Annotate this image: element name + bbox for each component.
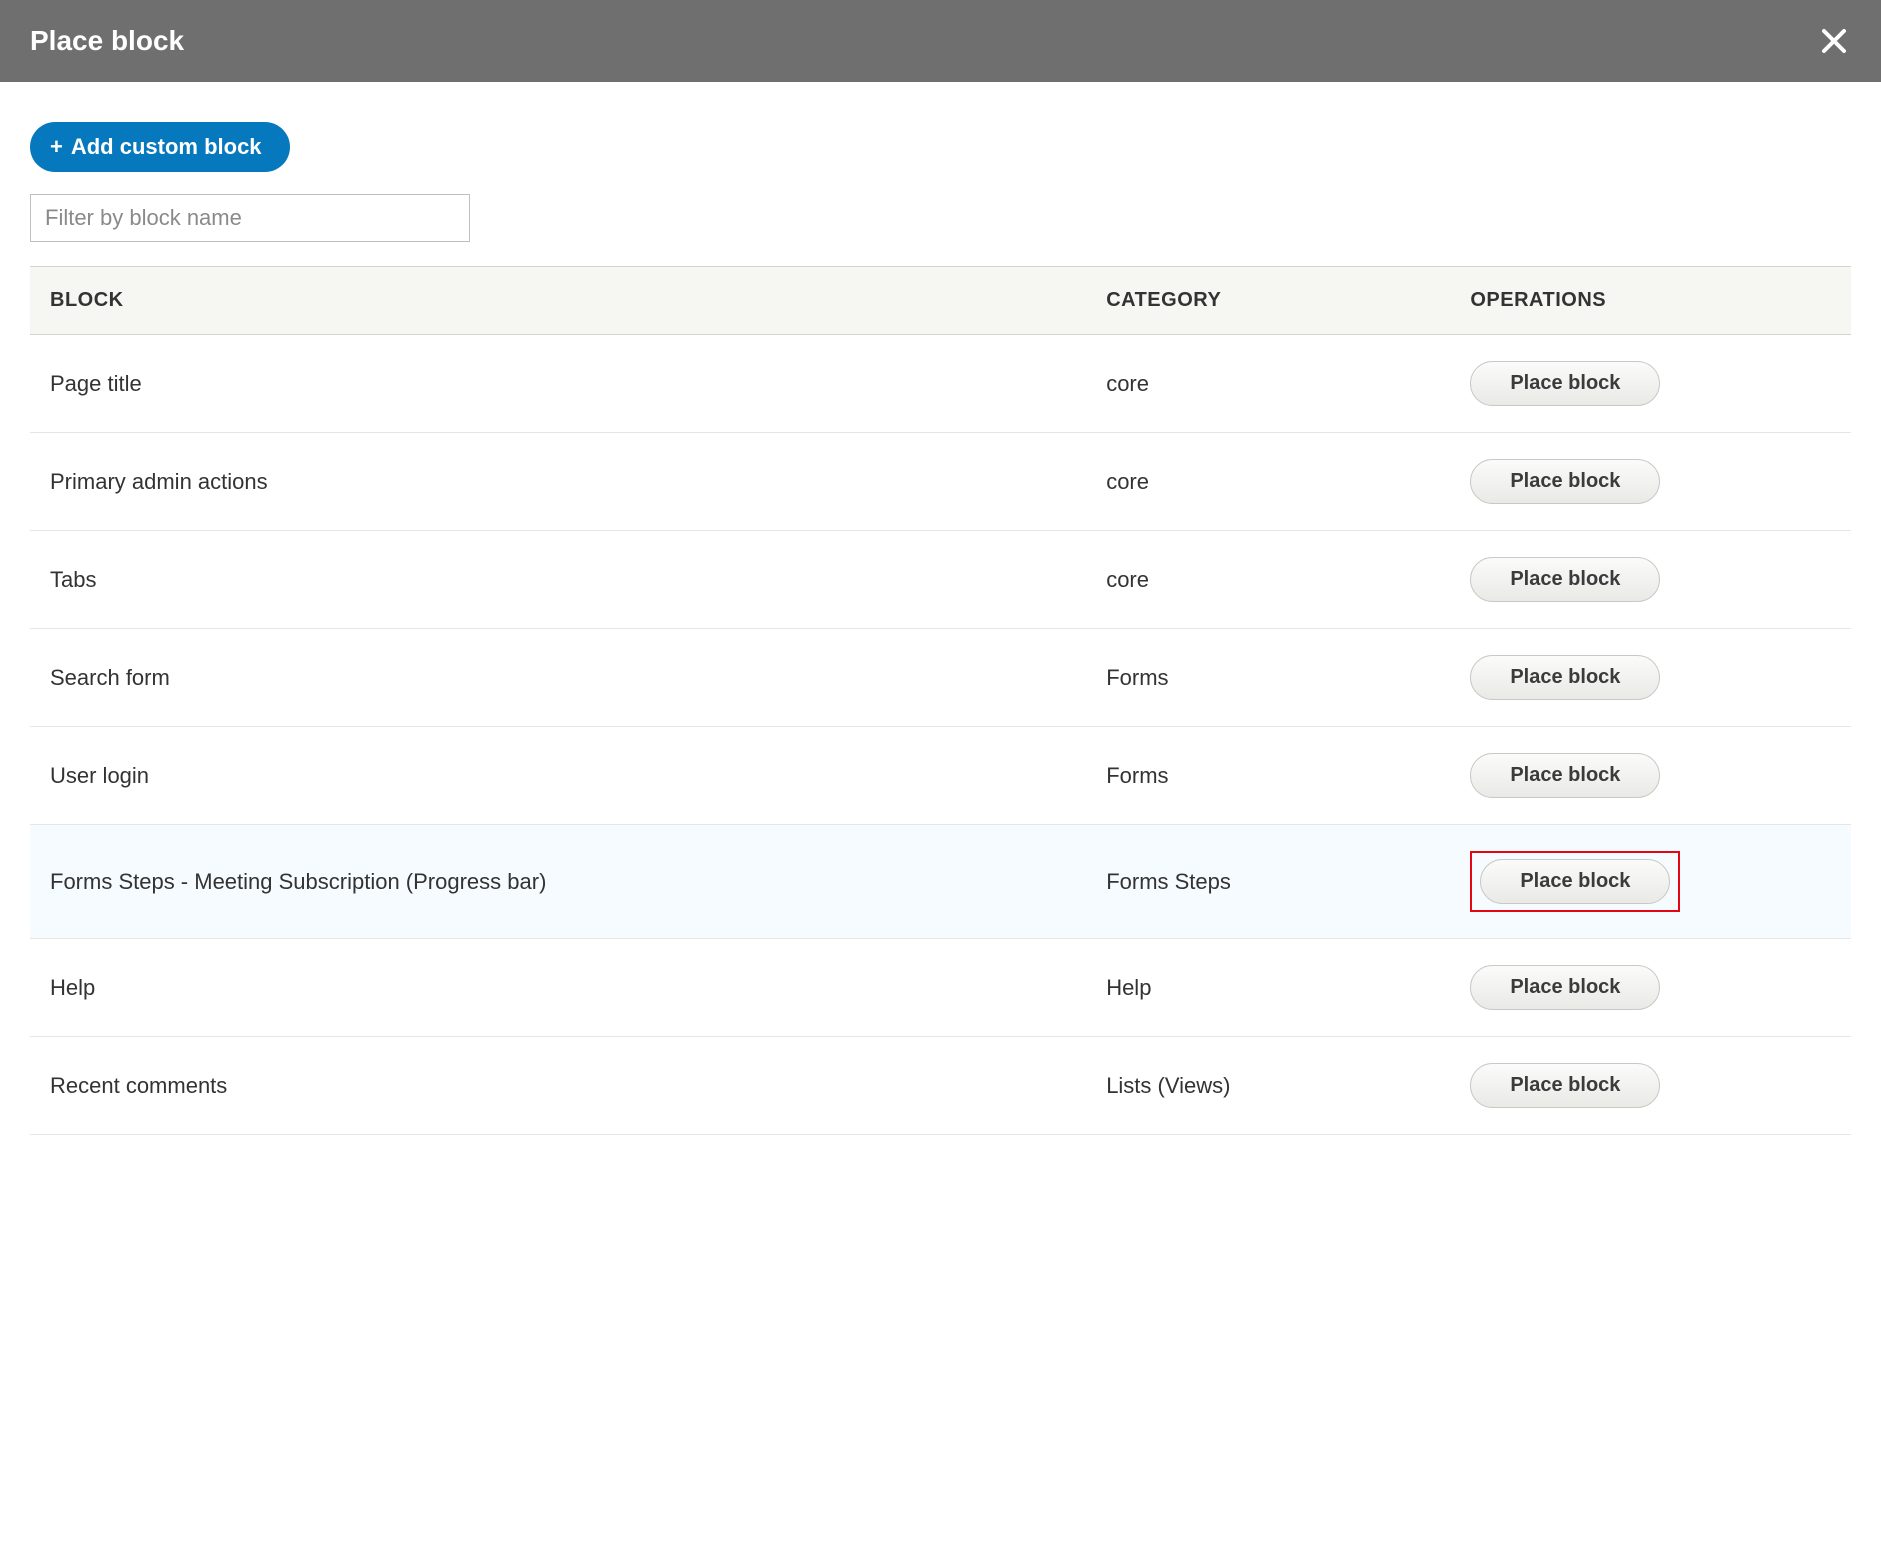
table-row: Forms Steps - Meeting Subscription (Prog… <box>30 825 1851 939</box>
filter-block-name-input[interactable] <box>30 194 470 242</box>
category-cell: Forms Steps <box>1086 825 1450 939</box>
table-row: Page titlecore Place block <box>30 335 1851 433</box>
close-button[interactable] <box>1817 24 1851 58</box>
place-block-button[interactable]: Place block <box>1470 655 1660 700</box>
table-row: Search formForms Place block <box>30 629 1851 727</box>
col-header-category: CATEGORY <box>1086 267 1450 335</box>
plus-icon: + <box>50 134 63 160</box>
category-cell: core <box>1086 433 1450 531</box>
place-block-button[interactable]: Place block <box>1470 753 1660 798</box>
category-cell: core <box>1086 335 1450 433</box>
operations-cell: Place block <box>1450 825 1851 939</box>
block-name-cell: Page title <box>30 335 1086 433</box>
table-row: HelpHelp Place block <box>30 939 1851 1037</box>
operations-cell: Place block <box>1450 629 1851 727</box>
category-cell: Forms <box>1086 727 1450 825</box>
block-name-cell: Forms Steps - Meeting Subscription (Prog… <box>30 825 1086 939</box>
place-block-button[interactable]: Place block <box>1470 557 1660 602</box>
add-custom-block-button[interactable]: + Add custom block <box>30 122 290 172</box>
highlighted-operation: Place block <box>1470 851 1680 912</box>
block-name-cell: Primary admin actions <box>30 433 1086 531</box>
place-block-button[interactable]: Place block <box>1470 965 1660 1010</box>
category-cell: core <box>1086 531 1450 629</box>
block-name-cell: User login <box>30 727 1086 825</box>
table-row: User loginForms Place block <box>30 727 1851 825</box>
operation-wrapper: Place block <box>1470 1063 1660 1108</box>
operations-cell: Place block <box>1450 939 1851 1037</box>
operation-wrapper: Place block <box>1470 459 1660 504</box>
operation-wrapper: Place block <box>1470 557 1660 602</box>
add-custom-block-label: Add custom block <box>71 134 262 160</box>
operation-wrapper: Place block <box>1470 753 1660 798</box>
category-cell: Help <box>1086 939 1450 1037</box>
table-row: Primary admin actionscore Place block <box>30 433 1851 531</box>
col-header-block: BLOCK <box>30 267 1086 335</box>
block-name-cell: Search form <box>30 629 1086 727</box>
operation-wrapper: Place block <box>1470 655 1660 700</box>
block-name-cell: Help <box>30 939 1086 1037</box>
dialog-content: + Add custom block BLOCK CATEGORY OPERAT… <box>0 82 1881 1155</box>
place-block-button[interactable]: Place block <box>1480 859 1670 904</box>
blocks-table: BLOCK CATEGORY OPERATIONS Page titlecore… <box>30 266 1851 1135</box>
table-row: Tabscore Place block <box>30 531 1851 629</box>
operations-cell: Place block <box>1450 335 1851 433</box>
category-cell: Lists (Views) <box>1086 1037 1450 1135</box>
col-header-operations: OPERATIONS <box>1450 267 1851 335</box>
close-icon <box>1821 28 1847 54</box>
table-row: Recent commentsLists (Views) Place block <box>30 1037 1851 1135</box>
operations-cell: Place block <box>1450 433 1851 531</box>
category-cell: Forms <box>1086 629 1450 727</box>
dialog-header: Place block <box>0 0 1881 82</box>
block-name-cell: Recent comments <box>30 1037 1086 1135</box>
block-name-cell: Tabs <box>30 531 1086 629</box>
place-block-button[interactable]: Place block <box>1470 1063 1660 1108</box>
operations-cell: Place block <box>1450 531 1851 629</box>
dialog-title: Place block <box>30 25 184 57</box>
place-block-button[interactable]: Place block <box>1470 459 1660 504</box>
operations-cell: Place block <box>1450 727 1851 825</box>
operation-wrapper: Place block <box>1470 965 1660 1010</box>
operations-cell: Place block <box>1450 1037 1851 1135</box>
operation-wrapper: Place block <box>1470 361 1660 406</box>
place-block-button[interactable]: Place block <box>1470 361 1660 406</box>
